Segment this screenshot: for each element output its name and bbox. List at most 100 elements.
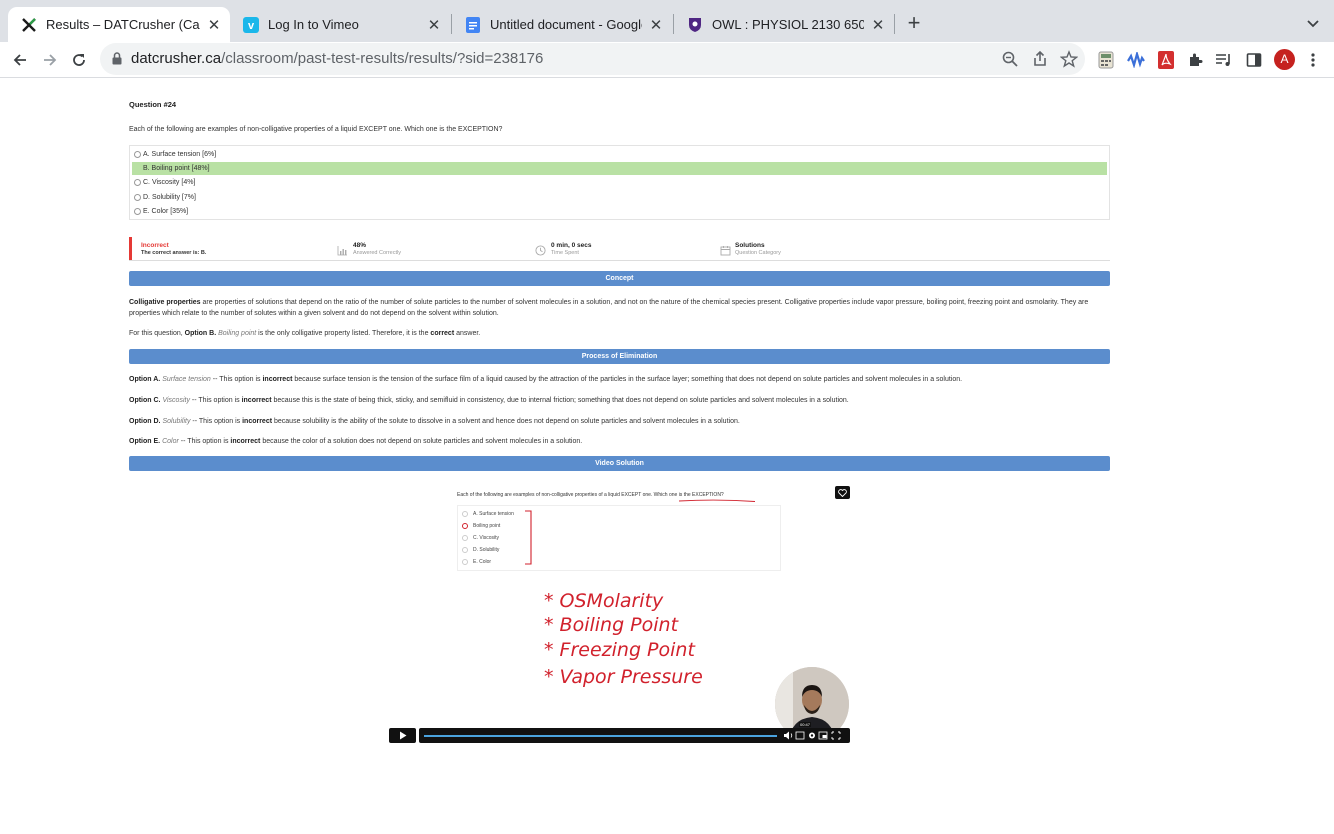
browser-toolbar: datcrusher.ca/classroom/past-test-result… [0, 42, 1334, 78]
option-reason: because surface tension is the tension o… [292, 376, 963, 383]
answer-option-d[interactable]: D. Solubility [7%] [132, 191, 1107, 204]
option-name: Surface tension [162, 376, 211, 383]
option-label: Option E. [129, 438, 161, 445]
kebab-menu-icon[interactable] [1303, 50, 1323, 70]
adobe-pdf-icon[interactable] [1156, 50, 1176, 70]
correct-answer-note: The correct answer is: B. [141, 250, 207, 256]
owl-shield-icon [687, 17, 703, 33]
video-option: A. Surface tension [473, 511, 514, 517]
answer-option-c[interactable]: C. Viscosity [4%] [132, 176, 1107, 189]
lock-icon[interactable] [112, 52, 122, 70]
play-icon [399, 731, 406, 740]
address-bar[interactable]: datcrusher.ca/classroom/past-test-result… [100, 43, 1085, 75]
radio-icon[interactable] [134, 179, 141, 186]
option-label: Option D. [129, 418, 161, 425]
radio-icon[interactable] [134, 208, 141, 215]
radio-icon[interactable] [134, 151, 141, 158]
video-radio-icon [462, 559, 468, 565]
option-name: Viscosity [162, 397, 190, 404]
concept-definition: are properties of solutions that depend … [129, 299, 1089, 317]
radio-icon[interactable] [134, 194, 141, 201]
option-reason: because solubility is the ability of the… [272, 418, 740, 425]
url-host: datcrusher.ca [131, 50, 222, 67]
option-verdict: incorrect [230, 438, 261, 445]
result-stats-bar: Incorrect The correct answer is: B. 48% … [129, 237, 1110, 261]
option-verdict: incorrect [242, 418, 273, 425]
explanation-verdict: correct [430, 330, 455, 337]
percent-correct: 48% [353, 242, 367, 249]
close-tab-icon[interactable]: ✕ [648, 17, 664, 34]
reload-icon[interactable] [67, 48, 91, 72]
extensions-puzzle-icon[interactable] [1185, 50, 1205, 70]
bookmark-star-icon[interactable] [1059, 50, 1079, 68]
url-path: /classroom/past-test-results/results/?si… [221, 50, 544, 67]
video-player[interactable]: Each of the following are examples of no… [389, 480, 850, 744]
explanation-option: Option B. [184, 330, 217, 337]
video-scrubber[interactable]: 00:47 [419, 722, 850, 743]
handwriting-line: * Freezing Point [544, 639, 695, 661]
answer-explanation: For this question, Option B. Boiling poi… [129, 328, 1110, 339]
media-queue-icon[interactable] [1214, 50, 1234, 70]
bar-chart-icon [337, 243, 348, 256]
close-tab-icon[interactable]: ✕ [426, 17, 442, 34]
close-tab-icon[interactable]: ✕ [870, 17, 886, 34]
profile-avatar[interactable]: A [1274, 49, 1295, 70]
concept-header: Concept [129, 271, 1110, 286]
video-options-box: A. Surface tension Boiling point C. Visc… [457, 505, 781, 571]
elimination-option-c: Option C. Viscosity -- This option is in… [129, 395, 1110, 406]
zoom-magnifier-icon[interactable] [1001, 50, 1019, 68]
tab-title: Results – DATCrusher (Canadian [46, 17, 200, 32]
explanation-option-name: Boiling point [218, 330, 257, 337]
play-button[interactable] [389, 728, 416, 743]
progress-track[interactable] [424, 735, 777, 737]
calendar-icon [720, 243, 731, 256]
tab-title: OWL : PHYSIOL 2130 650 SU2 [712, 17, 864, 32]
explanation-text: is the only colligative property listed.… [256, 330, 431, 337]
question-text: Each of the following are examples of no… [129, 126, 503, 133]
vimeo-icon: v [243, 16, 259, 33]
concept-term: Colligative properties [129, 299, 201, 306]
answer-label: A. Surface tension [6%] [143, 151, 217, 158]
tab-owl[interactable]: OWL : PHYSIOL 2130 650 SU2 ✕ [674, 7, 894, 42]
answer-option-b[interactable]: B. Boiling point [48%] [132, 162, 1107, 175]
timecode: 00:47 [799, 722, 812, 727]
back-arrow-icon[interactable] [8, 48, 32, 72]
time-spent: 0 min, 0 secs [551, 242, 592, 249]
video-option: Boiling point [473, 523, 501, 529]
time-label: Time Spent [551, 250, 579, 256]
calculator-extension-icon[interactable] [1096, 50, 1116, 70]
tab-vimeo[interactable]: v Log In to Vimeo ✕ [230, 7, 450, 42]
tab-datcrusher[interactable]: Results – DATCrusher (Canadian ✕ [8, 7, 230, 42]
new-tab-button[interactable]: + [903, 12, 925, 35]
video-question-text: Each of the following are examples of no… [457, 492, 724, 498]
answer-label: D. Solubility [7%] [143, 194, 196, 201]
option-verdict: incorrect [262, 376, 293, 383]
option-text: -- This option is [189, 397, 242, 404]
option-reason: because this is the state of being thick… [271, 397, 849, 404]
option-text: -- This option is [178, 438, 231, 445]
waveform-extension-icon[interactable] [1126, 50, 1146, 70]
answer-list: A. Surface tension [6%] B. Boiling point… [129, 145, 1110, 220]
result-stat: Incorrect The correct answer is: B. [141, 242, 206, 256]
elimination-option-e: Option E. Color -- This option is incorr… [129, 436, 1110, 447]
answer-option-e[interactable]: E. Color [35%] [132, 205, 1107, 218]
datcrusher-x-icon [21, 17, 37, 33]
option-name: Color [162, 438, 179, 445]
share-icon[interactable] [1031, 50, 1049, 68]
side-panel-icon[interactable] [1244, 50, 1264, 70]
category-label: Question Category [735, 250, 781, 256]
category-stat: Solutions Question Category [735, 242, 781, 256]
like-heart-button[interactable] [835, 486, 850, 499]
answer-option-a[interactable]: A. Surface tension [6%] [132, 148, 1107, 161]
tab-separator [894, 14, 895, 34]
underline-annotation [678, 499, 756, 502]
explanation-text: For this question, [129, 330, 185, 337]
video-option: D. Solubility [473, 547, 500, 553]
explanation-text: answer. [454, 330, 481, 337]
tab-google-docs[interactable]: Untitled document - Google Docs ✕ [452, 7, 672, 42]
tab-search-chevron-icon[interactable] [1304, 14, 1322, 32]
close-tab-icon[interactable]: ✕ [206, 17, 222, 34]
forward-arrow-icon[interactable] [38, 48, 62, 72]
question-category: Solutions [735, 242, 765, 249]
answer-label: E. Color [35%] [143, 208, 189, 215]
